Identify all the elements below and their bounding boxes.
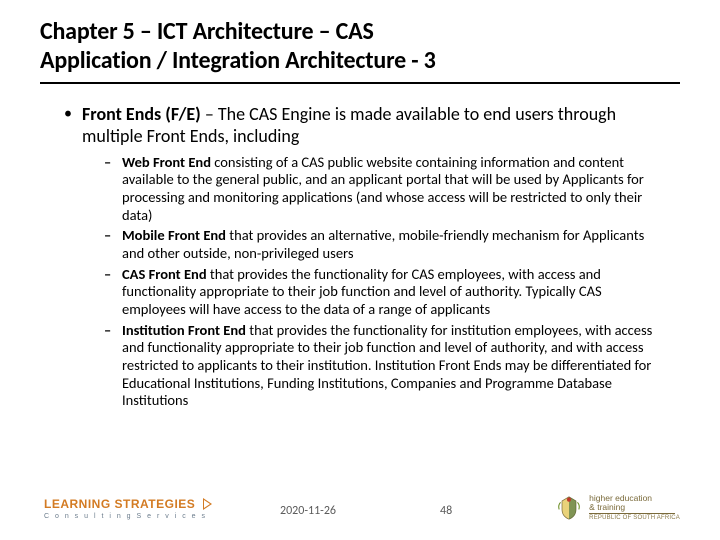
sub-bullet-web: Web Front End consisting of a CAS public… [104,154,662,225]
bullet-front-ends: Front Ends (F/E) – The CAS Engine is mad… [58,104,662,411]
title-underline [40,82,680,84]
bullet-bold: Front Ends (F/E) [82,103,201,125]
sub-bullet-institution: Institution Front End that provides the … [104,322,662,410]
play-icon [203,498,212,510]
logo-learning-strategies: LEARNING STRATEGIES C o n s u l t i n g … [44,496,212,520]
logo-right-divider [589,513,675,514]
content-region: Front Ends (F/E) – The CAS Engine is mad… [40,104,680,411]
footer-page-number: 48 [440,504,452,518]
sub-bold: Institution Front End [122,321,246,339]
logo-right-row3: REPUBLIC OF SOUTH AFRICA [589,515,680,521]
sub-bullet-list: Web Front End consisting of a CAS public… [82,154,662,411]
title-line-1: Chapter 5 – ICT Architecture – CAS [40,17,374,46]
footer-date: 2020-11-26 [280,504,336,518]
sub-bold: CAS Front End [122,265,207,283]
footer: LEARNING STRATEGIES C o n s u l t i n g … [0,484,720,524]
logo-higher-education: higher education & training REPUBLIC OF … [555,494,680,522]
bullet-list: Front Ends (F/E) – The CAS Engine is mad… [58,104,662,411]
sub-bullet-mobile: Mobile Front End that provides an altern… [104,227,662,262]
logo-left-subtext: C o n s u l t i n g S e r v i c e s [44,513,212,520]
title-line-2: Application / Integration Architecture -… [40,46,436,75]
logo-left-text: LEARNING STRATEGIES [44,498,195,510]
sub-bullet-cas: CAS Front End that provides the function… [104,266,662,319]
logo-right-text: higher education & training REPUBLIC OF … [589,494,680,521]
slide: Chapter 5 – ICT Architecture – CAS Appli… [0,0,720,540]
slide-title: Chapter 5 – ICT Architecture – CAS Appli… [40,18,680,82]
sub-bold: Mobile Front End [122,226,226,244]
logo-right-row2: & training [589,503,680,512]
sub-bold: Web Front End [122,153,211,171]
coat-of-arms-icon [555,494,583,522]
